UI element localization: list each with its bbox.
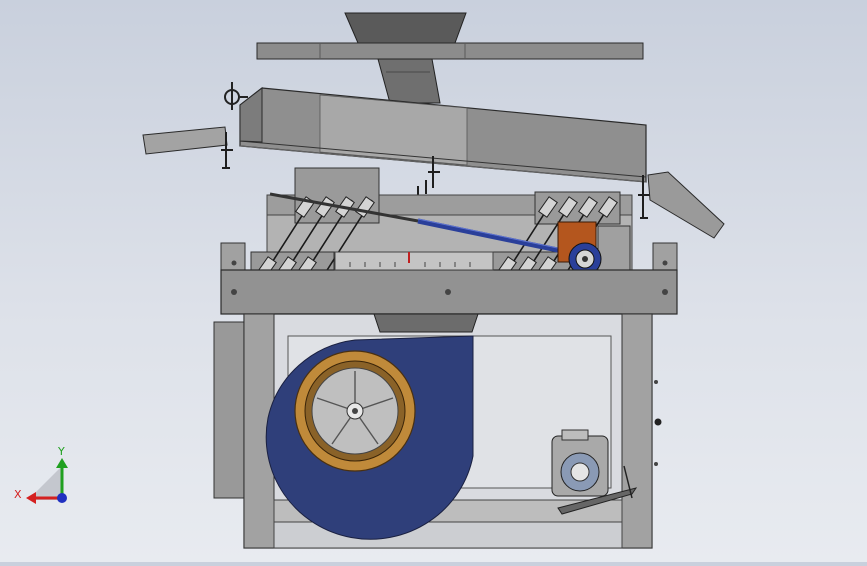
cad-viewport[interactable]: Y X [0, 0, 867, 562]
discharge-chute-left[interactable] [142, 126, 228, 155]
triad-y-label: Y [57, 445, 65, 458]
coordinate-triad-icon: Y X [14, 445, 68, 504]
triad-x-label: X [14, 488, 22, 501]
top-plate[interactable] [256, 42, 644, 60]
fan-outlet [373, 313, 479, 333]
discharge-chute-right[interactable] [647, 171, 725, 239]
centrifugal-fan[interactable] [265, 335, 474, 540]
hopper-neck [377, 58, 441, 104]
